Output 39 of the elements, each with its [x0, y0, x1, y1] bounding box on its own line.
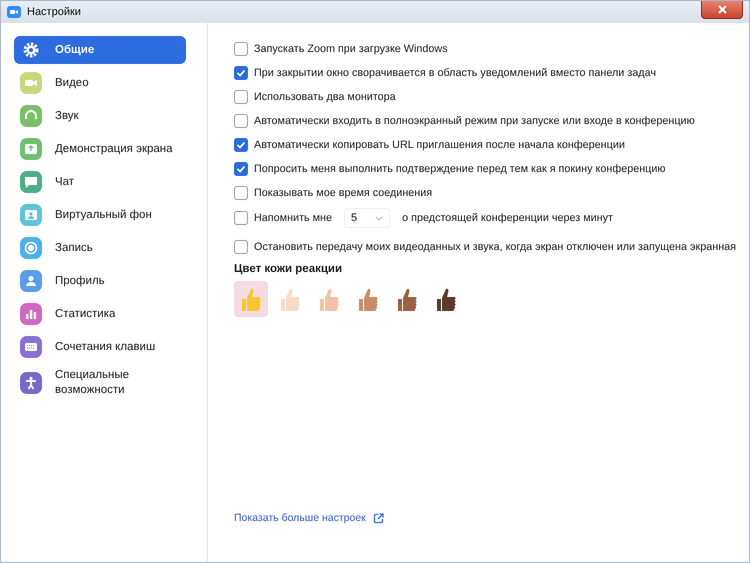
checkbox[interactable]	[234, 162, 248, 176]
option-label: Запускать Zoom при загрузке Windows	[254, 43, 448, 55]
checkbox[interactable]	[234, 211, 248, 225]
checkbox[interactable]	[234, 114, 248, 128]
sidebar-item[interactable]: Виртуальный фон	[14, 201, 186, 229]
sidebar-item[interactable]: Звук	[14, 102, 186, 130]
section-title: Цвет кожи реакции	[234, 263, 344, 275]
checkbox[interactable]	[234, 186, 248, 200]
sidebar-item[interactable]: Общие	[14, 36, 186, 64]
option-label: Остановить передачу моих видеоданных и звука, когда экран отключен или запущена экранная	[254, 241, 736, 253]
option-label: Автоматически входить в полноэкранный режим при запуске или входе в конференцию	[254, 115, 695, 127]
checkbox[interactable]	[234, 66, 248, 80]
chevron-down-icon	[375, 216, 384, 220]
sidebar-item[interactable]: Профиль	[14, 267, 186, 295]
sidebar-item[interactable]: Запись	[14, 234, 186, 262]
more-settings-link[interactable]: Показать больше настроек	[234, 512, 384, 524]
window-title: Настройки	[27, 6, 81, 18]
option-label: Показывать мое время соединения	[254, 187, 432, 199]
checkbox[interactable]	[234, 138, 248, 152]
sidebar-item[interactable]: Видео	[14, 69, 186, 97]
option-label: о предстоящей конференции через минут	[402, 212, 613, 224]
sidebar-item[interactable]: Демонстрация экрана	[14, 135, 186, 163]
checkbox[interactable]	[234, 240, 248, 254]
checkbox[interactable]	[234, 42, 248, 56]
sidebar-item[interactable]: Сочетания клавиш	[14, 333, 186, 361]
minutes-dropdown[interactable]: 5	[344, 208, 390, 228]
option-label: При закрытии окно сворачивается в область уведомлений вместо панели задач	[254, 67, 656, 79]
sidebar-item[interactable]: Специальные возможности	[14, 366, 186, 400]
sidebar-item[interactable]: Чат	[14, 168, 186, 196]
sidebar-item[interactable]: Статистика	[14, 300, 186, 328]
checkbox[interactable]	[234, 90, 248, 104]
close-icon	[718, 5, 726, 14]
external-link-icon	[372, 512, 384, 524]
close-button[interactable]	[701, 1, 743, 19]
option-label: Использовать два монитора	[254, 91, 396, 103]
camera-icon	[7, 6, 21, 18]
option-label: Попросить меня выполнить подтверждение перед тем как я покину конференцию	[254, 163, 666, 175]
option-label: Автоматически копировать URL приглашения после начала конференции	[254, 139, 625, 151]
option-label: Напомнить мне	[254, 212, 332, 224]
